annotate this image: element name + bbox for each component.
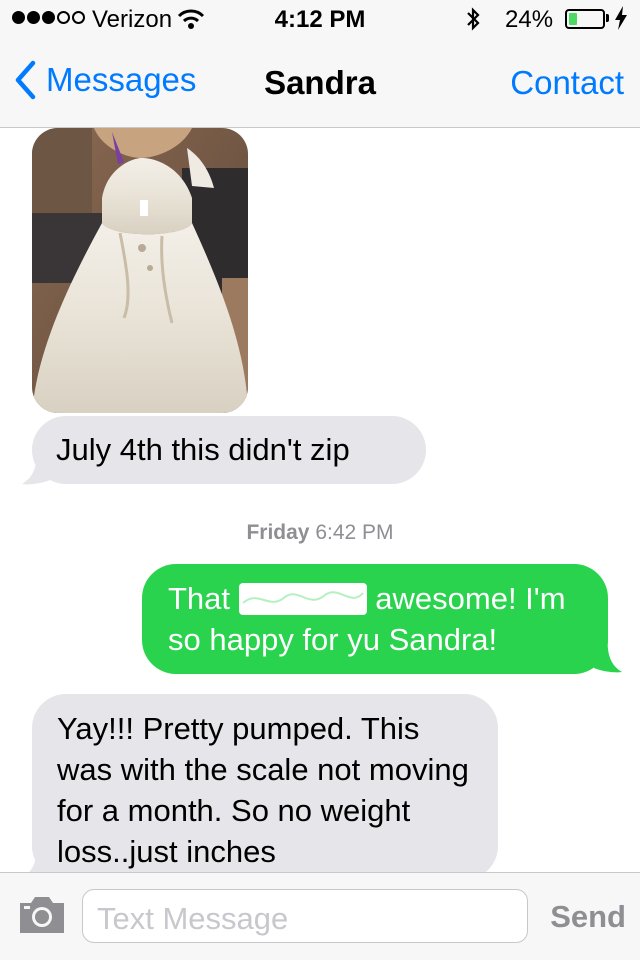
photo-attachment[interactable] [32, 128, 248, 413]
chevron-left-icon [15, 60, 36, 100]
message-text: Yay!!! Pretty pumped. This was with the … [57, 711, 469, 869]
message-bubble-incoming[interactable]: Yay!!! Pretty pumped. This was with the … [32, 694, 498, 872]
battery-level-fill [569, 13, 577, 25]
message-text-start: That [168, 581, 231, 616]
back-button-label: Messages [46, 61, 197, 98]
message-bubble-outgoing[interactable]: That awesome! I'm so happy for yu Sandra… [142, 564, 608, 674]
battery-tip [606, 14, 609, 22]
message-text: July 4th this didn't zip [56, 432, 350, 467]
message-composer: Text Message Send [0, 872, 640, 960]
timestamp-day: Friday [246, 521, 310, 544]
timestamp-time: 6:42 PM [315, 521, 394, 544]
bluetooth-icon [466, 7, 480, 38]
camera-icon[interactable] [16, 895, 68, 940]
message-input[interactable]: Text Message [82, 889, 528, 943]
charging-bolt-icon [614, 5, 628, 38]
status-bar: Verizon 4:12 PM 24% [0, 0, 640, 40]
send-button[interactable]: Send [550, 899, 626, 935]
message-list[interactable]: July 4th this didn't zip Friday 6:42 PM … [0, 128, 640, 872]
contact-button[interactable]: Contact [510, 64, 624, 102]
battery-icon [565, 9, 605, 29]
back-button[interactable]: Messages [14, 60, 196, 100]
message-bubble-incoming[interactable]: July 4th this didn't zip [32, 416, 426, 484]
nav-bar: Messages Sandra Contact [0, 40, 640, 128]
message-input-placeholder: Text Message [97, 901, 289, 936]
timestamp: Friday 6:42 PM [0, 521, 640, 545]
battery-percent: 24% [505, 6, 554, 33]
redacted-word [238, 583, 367, 615]
